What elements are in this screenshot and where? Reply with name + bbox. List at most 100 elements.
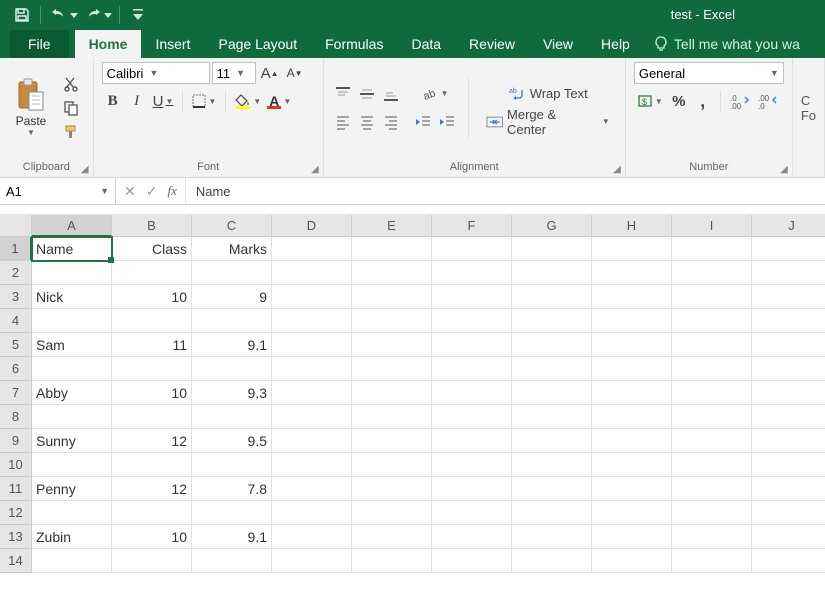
column-header[interactable]: I [672,215,752,237]
cell[interactable] [32,549,112,573]
cell[interactable] [432,381,512,405]
wrap-text-button[interactable]: ab Wrap Text [479,83,617,105]
qat-customize-icon[interactable] [126,3,150,27]
tell-me[interactable]: Tell me what you wa [644,30,810,58]
clipboard-dialog-launcher-icon[interactable]: ◢ [81,164,89,175]
cell[interactable] [272,237,352,261]
fill-color-icon[interactable]: ▼ [232,90,264,112]
row-header[interactable]: 8 [0,405,32,429]
cell[interactable] [752,309,825,333]
cell[interactable] [512,477,592,501]
percent-button[interactable]: % [668,90,690,112]
cell[interactable] [592,333,672,357]
cell[interactable] [192,261,272,285]
cell[interactable]: Name [32,237,112,261]
cell[interactable] [32,261,112,285]
underline-button[interactable]: U▼ [150,90,177,112]
cell[interactable] [352,525,432,549]
cell[interactable] [272,453,352,477]
cell[interactable] [512,405,592,429]
orientation-icon[interactable]: ab▼ [412,83,458,105]
cell[interactable] [512,285,592,309]
cell[interactable] [752,333,825,357]
cell[interactable] [272,405,352,429]
cell[interactable] [752,549,825,573]
cell[interactable] [592,237,672,261]
cell[interactable]: Class [112,237,192,261]
cell[interactable] [672,381,752,405]
column-header[interactable]: D [272,215,352,237]
tab-help[interactable]: Help [587,30,644,58]
spreadsheet-grid[interactable]: ABCDEFGHIJ1NameClassMarks23Nick10945Sam1… [0,215,825,573]
cell[interactable] [432,525,512,549]
number-dialog-launcher-icon[interactable]: ◢ [780,164,788,175]
cell[interactable] [432,309,512,333]
redo-dropdown-icon[interactable] [103,3,113,27]
cell[interactable] [352,285,432,309]
column-header[interactable]: H [592,215,672,237]
cell[interactable]: 10 [112,381,192,405]
cell[interactable] [112,549,192,573]
cell[interactable] [592,309,672,333]
tab-review[interactable]: Review [455,30,529,58]
cell[interactable] [272,525,352,549]
number-format-combo[interactable]: General▼ [634,62,784,84]
increase-decimal-icon[interactable]: .0.00 [727,90,753,112]
cut-icon[interactable] [60,74,82,94]
cell[interactable] [432,333,512,357]
grow-font-icon[interactable]: A▲ [258,62,282,84]
cell[interactable] [512,429,592,453]
cell[interactable] [32,405,112,429]
row-header[interactable]: 1 [0,237,32,261]
cell[interactable] [352,261,432,285]
cell[interactable] [592,549,672,573]
cell[interactable] [512,237,592,261]
row-header[interactable]: 9 [0,429,32,453]
cell[interactable] [32,357,112,381]
cell[interactable]: Nick [32,285,112,309]
cell[interactable] [432,477,512,501]
tab-page-layout[interactable]: Page Layout [204,30,311,58]
cell[interactable] [352,405,432,429]
cell[interactable] [432,453,512,477]
cell[interactable] [432,549,512,573]
cell[interactable] [272,309,352,333]
cell[interactable] [752,357,825,381]
cell[interactable] [272,333,352,357]
cell[interactable] [432,237,512,261]
cell[interactable] [672,453,752,477]
cell[interactable] [352,477,432,501]
cell[interactable] [432,501,512,525]
row-header[interactable]: 3 [0,285,32,309]
cell[interactable]: Zubin [32,525,112,549]
cell[interactable] [432,357,512,381]
tab-data[interactable]: Data [397,30,455,58]
format-painter-icon[interactable] [60,122,82,142]
cell[interactable] [752,477,825,501]
comma-button[interactable]: , [692,90,714,112]
cell[interactable]: 7.8 [192,477,272,501]
redo-icon[interactable] [81,3,105,27]
name-box[interactable]: A1 ▼ [0,178,116,204]
italic-button[interactable]: I [126,90,148,112]
cell[interactable] [352,309,432,333]
cell[interactable] [752,237,825,261]
cell[interactable] [592,477,672,501]
cell[interactable] [192,549,272,573]
row-header[interactable]: 5 [0,333,32,357]
cell[interactable] [672,285,752,309]
row-header[interactable]: 6 [0,357,32,381]
cell[interactable]: Abby [32,381,112,405]
shrink-font-icon[interactable]: A▼ [284,62,306,84]
cell[interactable] [752,261,825,285]
cancel-formula-icon[interactable]: ✕ [124,183,136,200]
tab-home[interactable]: Home [75,30,142,58]
cell[interactable] [592,525,672,549]
column-header[interactable]: G [512,215,592,237]
cell[interactable] [272,357,352,381]
align-top-icon[interactable] [332,83,354,105]
merge-center-button[interactable]: Merge & Center ▼ [479,111,617,133]
cell[interactable]: 12 [112,429,192,453]
select-all-corner[interactable] [0,215,32,237]
cell[interactable]: 9.3 [192,381,272,405]
